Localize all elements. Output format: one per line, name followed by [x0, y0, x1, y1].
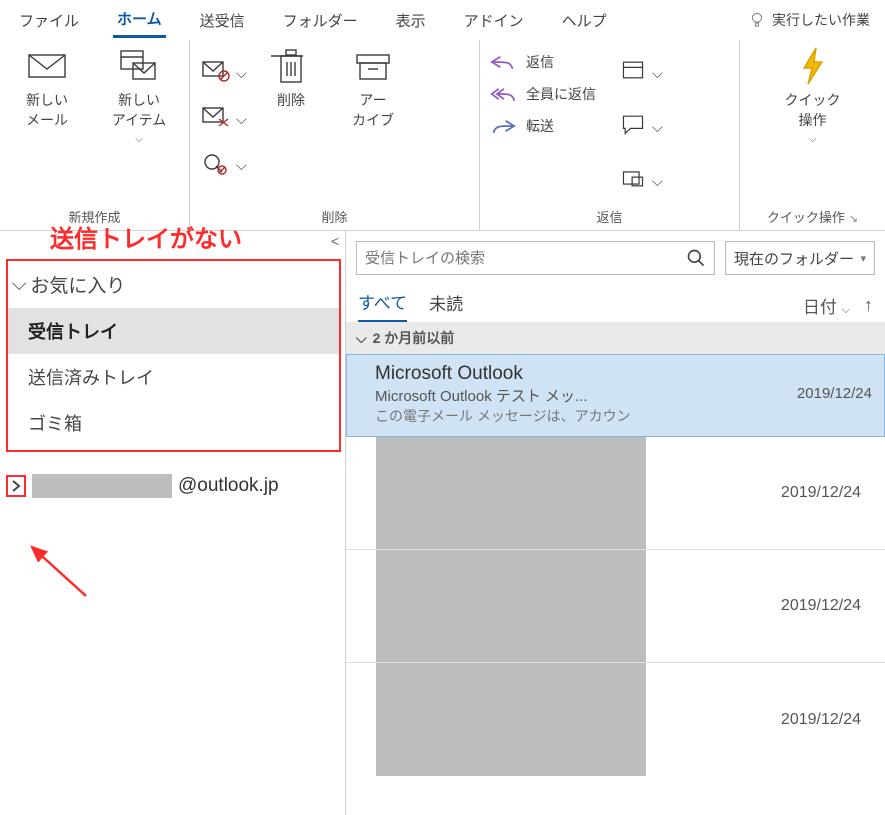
collapse-nav-icon[interactable]: <: [331, 233, 339, 249]
menu-addin[interactable]: アドイン: [460, 4, 528, 37]
junk-button[interactable]: ⌵: [200, 142, 246, 182]
favorites-header[interactable]: ⌵ お気に入り: [8, 267, 339, 308]
message-date: 2019/12/24: [781, 484, 861, 502]
chevron-down-icon: ⌵: [135, 134, 143, 145]
menu-folder[interactable]: フォルダー: [279, 4, 362, 37]
menu-file[interactable]: ファイル: [15, 4, 83, 37]
junk-icon: [200, 147, 230, 177]
search-box[interactable]: [356, 241, 715, 275]
chevron-down-icon: ⌵: [842, 304, 850, 316]
delete-button[interactable]: 削除: [254, 46, 328, 182]
reply-all-button[interactable]: 全員に返信: [490, 84, 596, 104]
chevron-down-icon: ⌵: [652, 119, 662, 129]
tell-me-label: 実行したい作業: [772, 10, 870, 30]
message-item[interactable]: 2019/12/24: [346, 550, 885, 663]
chevron-down-icon: ▾: [860, 252, 866, 265]
account-name-masked: [32, 474, 172, 498]
more-icon: [620, 165, 646, 191]
message-item[interactable]: 2019/12/24: [346, 437, 885, 550]
forward-label: 転送: [526, 116, 554, 136]
search-input[interactable]: [365, 250, 686, 267]
tab-all[interactable]: すべて: [358, 289, 407, 322]
tell-me-search[interactable]: 実行したい作業: [748, 10, 870, 30]
expand-account-button[interactable]: [6, 475, 26, 497]
lightning-icon: [793, 46, 833, 86]
folder-trash[interactable]: ゴミ箱: [8, 400, 339, 446]
account-suffix: @outlook.jp: [178, 475, 279, 497]
forward-button[interactable]: 転送: [490, 116, 596, 136]
chevron-down-icon: ⌵: [809, 134, 817, 145]
forward-icon: [490, 118, 516, 134]
new-mail-label: 新しい メール: [26, 90, 68, 130]
ignore-icon: [200, 55, 230, 85]
scope-label: 現在のフォルダー: [734, 248, 854, 269]
message-content-masked: [376, 550, 646, 662]
more-reply-button[interactable]: ⌵: [620, 158, 662, 198]
arrow-annotation: [26, 541, 106, 601]
cleanup-icon: [200, 101, 230, 131]
message-date: 2019/12/24: [797, 385, 872, 406]
menu-home[interactable]: ホーム: [113, 2, 166, 38]
archive-button[interactable]: アー カイブ: [336, 46, 410, 182]
ignore-button[interactable]: ⌵: [200, 50, 246, 90]
message-from: Microsoft Outlook: [375, 363, 872, 385]
group-header[interactable]: ⌵ 2 か月前以前: [346, 322, 885, 354]
tab-unread[interactable]: 未読: [429, 290, 463, 321]
chevron-down-icon: ⌵: [12, 274, 26, 296]
im-button[interactable]: ⌵: [620, 104, 662, 144]
annotation-text: 送信トレイがない: [0, 219, 242, 258]
quick-ops-button[interactable]: クイック 操作 ⌵: [776, 46, 850, 145]
trash-icon: [271, 46, 311, 86]
favorites-label: お気に入り: [30, 271, 125, 298]
quick-ops-label: クイック 操作: [785, 90, 841, 130]
sort-by[interactable]: 日付 ⌵: [803, 293, 850, 318]
chevron-down-icon: ⌵: [652, 173, 662, 183]
new-items-label: 新しい アイテム: [112, 90, 167, 130]
cleanup-button[interactable]: ⌵: [200, 96, 246, 136]
message-date: 2019/12/24: [781, 597, 861, 615]
message-item[interactable]: 2019/12/24: [346, 663, 885, 776]
message-subject: Microsoft Outlook テスト メッ...: [375, 385, 797, 406]
calendar-mail-icon: [119, 46, 159, 86]
chevron-down-icon: ⌵: [652, 65, 662, 75]
archive-icon: [353, 46, 393, 86]
menu-view[interactable]: 表示: [392, 4, 430, 37]
chevron-down-icon: ⌵: [236, 65, 246, 75]
message-content-masked: [376, 663, 646, 776]
reply-icon: [490, 54, 516, 70]
delete-label: 削除: [277, 90, 305, 110]
chevron-down-icon: ⌵: [236, 157, 246, 167]
folder-sent[interactable]: 送信済みトレイ: [8, 354, 339, 400]
message-date: 2019/12/24: [781, 711, 861, 729]
message-preview: この電子メール メッセージは、アカウン: [375, 406, 872, 426]
chevron-right-icon: [10, 479, 22, 493]
dialog-launcher-icon[interactable]: ↘: [849, 212, 858, 225]
quick-ops-group-label: クイック操作↘: [750, 203, 875, 228]
group-label: 2 か月前以前: [373, 328, 455, 348]
reply-group-label: 返信: [490, 203, 729, 228]
archive-label: アー カイブ: [352, 90, 394, 130]
favorites-box-annotation: ⌵ お気に入り 受信トレイ 送信済みトレイ ゴミ箱: [6, 259, 341, 452]
reply-button[interactable]: 返信: [490, 52, 596, 72]
search-icon[interactable]: [686, 248, 706, 268]
search-scope-dropdown[interactable]: 現在のフォルダー ▾: [725, 241, 875, 275]
chat-icon: [620, 111, 646, 137]
reply-all-label: 全員に返信: [526, 84, 596, 104]
menu-help[interactable]: ヘルプ: [558, 4, 611, 37]
chevron-down-icon: ⌵: [356, 330, 367, 347]
new-items-button[interactable]: 新しい アイテム ⌵: [102, 46, 176, 145]
meeting-icon: [620, 57, 646, 83]
chevron-down-icon: ⌵: [236, 111, 246, 121]
folder-inbox[interactable]: 受信トレイ: [8, 308, 339, 354]
sort-direction-button[interactable]: ↑: [864, 295, 873, 316]
message-content-masked: [376, 437, 646, 549]
bulb-icon: [748, 11, 766, 29]
message-item[interactable]: Microsoft Outlook Microsoft Outlook テスト …: [346, 354, 885, 437]
reply-all-icon: [490, 86, 516, 102]
reply-label: 返信: [526, 52, 554, 72]
new-mail-button[interactable]: 新しい メール: [10, 46, 84, 145]
envelope-icon: [27, 46, 67, 86]
meeting-button[interactable]: ⌵: [620, 50, 662, 90]
menu-sendreceive[interactable]: 送受信: [196, 4, 249, 37]
